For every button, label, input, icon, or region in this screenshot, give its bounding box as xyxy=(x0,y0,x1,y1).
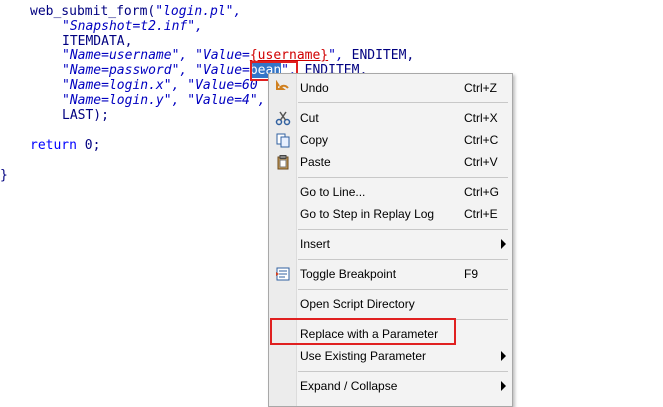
string-literal: "Value=60 xyxy=(187,78,258,93)
breakpoint-icon xyxy=(276,267,290,281)
menu-item-copy[interactable]: Copy Ctrl+C xyxy=(269,129,512,151)
shortcut-label: Ctrl+Z xyxy=(464,81,497,95)
string-literal: "Name=login.y", xyxy=(62,93,180,108)
menu-item-expand-collapse[interactable]: Expand / Collapse xyxy=(269,375,512,397)
menu-item-label: Copy xyxy=(300,133,329,147)
context-menu: Undo Ctrl+Z Cut Ctrl+X Copy Ctrl+C Paste… xyxy=(268,73,513,407)
string-literal: "Value=4", xyxy=(187,93,266,108)
keyword: ENDITEM, xyxy=(351,48,415,63)
keyword: LAST); xyxy=(62,108,109,123)
string-literal: ", xyxy=(328,48,344,63)
code-line-8: LAST); xyxy=(62,108,109,123)
function-name: web_submit_form( xyxy=(30,4,156,19)
string-literal: "login.pl", xyxy=(155,4,242,19)
menu-item-go-to-line[interactable]: Go to Line... Ctrl+G xyxy=(269,181,512,203)
menu-item-use-existing-parameter[interactable]: Use Existing Parameter xyxy=(269,345,512,367)
code-line-7: "Name=login.y", "Value=4", xyxy=(62,93,266,108)
shortcut-label: F9 xyxy=(464,267,479,281)
shortcut-label: Ctrl+E xyxy=(464,207,498,221)
string-literal: "Value= xyxy=(195,63,250,78)
keyword: ITEMDATA, xyxy=(62,34,133,49)
code-line-10: } xyxy=(0,168,8,183)
shortcut-label: Ctrl+V xyxy=(464,155,498,169)
shortcut-label: Ctrl+G xyxy=(464,185,500,199)
undo-icon xyxy=(276,80,289,90)
menu-item-paste[interactable]: Paste Ctrl+V xyxy=(269,151,512,173)
shortcut-label: Ctrl+C xyxy=(464,133,499,147)
menu-item-undo[interactable]: Undo Ctrl+Z xyxy=(269,77,512,99)
menu-separator xyxy=(298,259,508,260)
menu-item-open-script-directory[interactable]: Open Script Directory xyxy=(269,293,512,315)
code-line-9: return 0; xyxy=(30,138,100,153)
menu-item-label: Use Existing Parameter xyxy=(300,349,427,363)
menu-item-label: Expand / Collapse xyxy=(300,379,398,393)
return-keyword: return xyxy=(30,138,77,153)
string-literal: "Snapshot=t2.inf", xyxy=(62,19,203,34)
submenu-arrow-icon xyxy=(501,351,506,361)
scissors-icon xyxy=(275,111,291,126)
menu-item-label: Cut xyxy=(300,111,319,125)
shortcut-label: Ctrl+X xyxy=(464,111,498,125)
code-line-1: web_submit_form("login.pl", xyxy=(30,4,241,19)
menu-item-highlight-box xyxy=(270,318,456,345)
string-literal: "Name=username", xyxy=(62,48,188,63)
menu-item-toggle-breakpoint[interactable]: Toggle Breakpoint F9 xyxy=(269,263,512,285)
code-line-3: ITEMDATA, xyxy=(62,34,132,49)
copy-icon xyxy=(276,133,290,148)
submenu-arrow-icon xyxy=(501,239,506,249)
return-value: 0; xyxy=(84,138,101,153)
menu-item-label: Go to Line... xyxy=(300,185,366,199)
menu-item-label: Go to Step in Replay Log xyxy=(300,207,435,221)
menu-item-label: Undo xyxy=(300,81,329,95)
menu-item-go-to-step[interactable]: Go to Step in Replay Log Ctrl+E xyxy=(269,203,512,225)
menu-item-cut[interactable]: Cut Ctrl+X xyxy=(269,107,512,129)
string-literal: "Name=password", xyxy=(62,63,188,78)
string-literal: "Name=login.x", xyxy=(62,78,180,93)
menu-separator xyxy=(298,371,508,372)
menu-item-label: Paste xyxy=(300,155,331,169)
code-line-2: "Snapshot=t2.inf", xyxy=(62,19,203,34)
submenu-arrow-icon xyxy=(501,381,506,391)
clipboard-icon xyxy=(277,155,289,170)
menu-item-label: Toggle Breakpoint xyxy=(300,267,397,281)
menu-separator xyxy=(298,177,508,178)
menu-separator xyxy=(298,229,508,230)
string-literal: "Value= xyxy=(195,48,250,63)
code-line-6: "Name=login.x", "Value=60 xyxy=(62,78,258,93)
menu-separator xyxy=(298,289,508,290)
menu-separator xyxy=(298,102,508,103)
menu-item-label: Insert xyxy=(300,237,331,251)
code-line-4: "Name=username", "Value={username}", END… xyxy=(62,48,414,63)
closing-brace: } xyxy=(0,168,8,183)
menu-item-insert[interactable]: Insert xyxy=(269,233,512,255)
menu-item-label: Open Script Directory xyxy=(300,297,415,311)
